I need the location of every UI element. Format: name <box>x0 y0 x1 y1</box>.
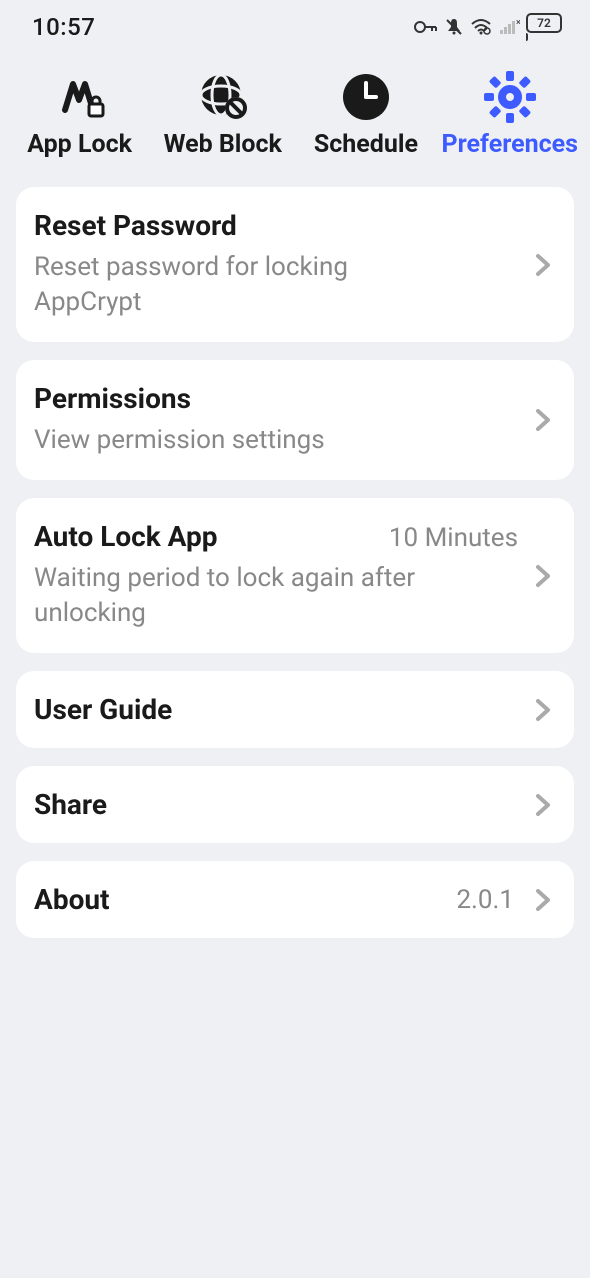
about-row[interactable]: About 2.0.1 <box>16 861 574 938</box>
row-title: Permissions <box>34 382 518 415</box>
row-subtitle: Reset password for locking AppCrypt <box>34 250 454 320</box>
web-block-icon <box>196 70 250 124</box>
status-time: 10:57 <box>32 13 95 41</box>
row-title: Auto Lock App <box>34 520 218 553</box>
chevron-right-icon <box>530 563 556 589</box>
status-icons: × 72 <box>414 13 562 41</box>
key-icon <box>414 19 438 35</box>
tab-schedule[interactable]: Schedule <box>298 70 433 159</box>
row-subtitle: View permission settings <box>34 423 454 458</box>
svg-text:×: × <box>516 18 520 28</box>
tab-label: Schedule <box>314 130 418 159</box>
share-row[interactable]: Share <box>16 766 574 843</box>
row-title: Reset Password <box>34 209 518 242</box>
preferences-content: Reset Password Reset password for lockin… <box>0 169 590 938</box>
reset-password-row[interactable]: Reset Password Reset password for lockin… <box>16 187 574 342</box>
chevron-right-icon <box>530 252 556 278</box>
tab-app-lock[interactable]: App Lock <box>12 70 147 159</box>
row-title: User Guide <box>34 693 518 726</box>
battery-level: 72 <box>537 16 551 30</box>
chevron-right-icon <box>530 407 556 433</box>
tab-bar: App Lock Web Block Schedule Preferences <box>0 50 590 169</box>
status-bar: 10:57 × 72 <box>0 0 590 50</box>
row-title: Share <box>34 788 518 821</box>
tab-label: App Lock <box>27 130 132 159</box>
tab-label: Web Block <box>164 130 282 159</box>
wifi-icon <box>470 18 492 36</box>
row-subtitle: Waiting period to lock again after unloc… <box>34 561 454 631</box>
tab-preferences[interactable]: Preferences <box>442 70 579 159</box>
battery-icon: 72 <box>526 13 562 41</box>
row-value: 2.0.1 <box>456 885 514 915</box>
preferences-icon <box>483 70 537 124</box>
chevron-right-icon <box>530 887 556 913</box>
user-guide-row[interactable]: User Guide <box>16 671 574 748</box>
app-lock-icon <box>53 70 107 124</box>
tab-label: Preferences <box>442 130 579 159</box>
mute-icon <box>444 17 464 37</box>
tab-web-block[interactable]: Web Block <box>155 70 290 159</box>
auto-lock-row[interactable]: Auto Lock App 10 Minutes Waiting period … <box>16 498 574 653</box>
row-value: 10 Minutes <box>389 523 518 553</box>
permissions-row[interactable]: Permissions View permission settings <box>16 360 574 480</box>
chevron-right-icon <box>530 697 556 723</box>
row-title: About <box>34 883 444 916</box>
signal-icon: × <box>498 18 520 36</box>
schedule-icon <box>339 70 393 124</box>
chevron-right-icon <box>530 792 556 818</box>
